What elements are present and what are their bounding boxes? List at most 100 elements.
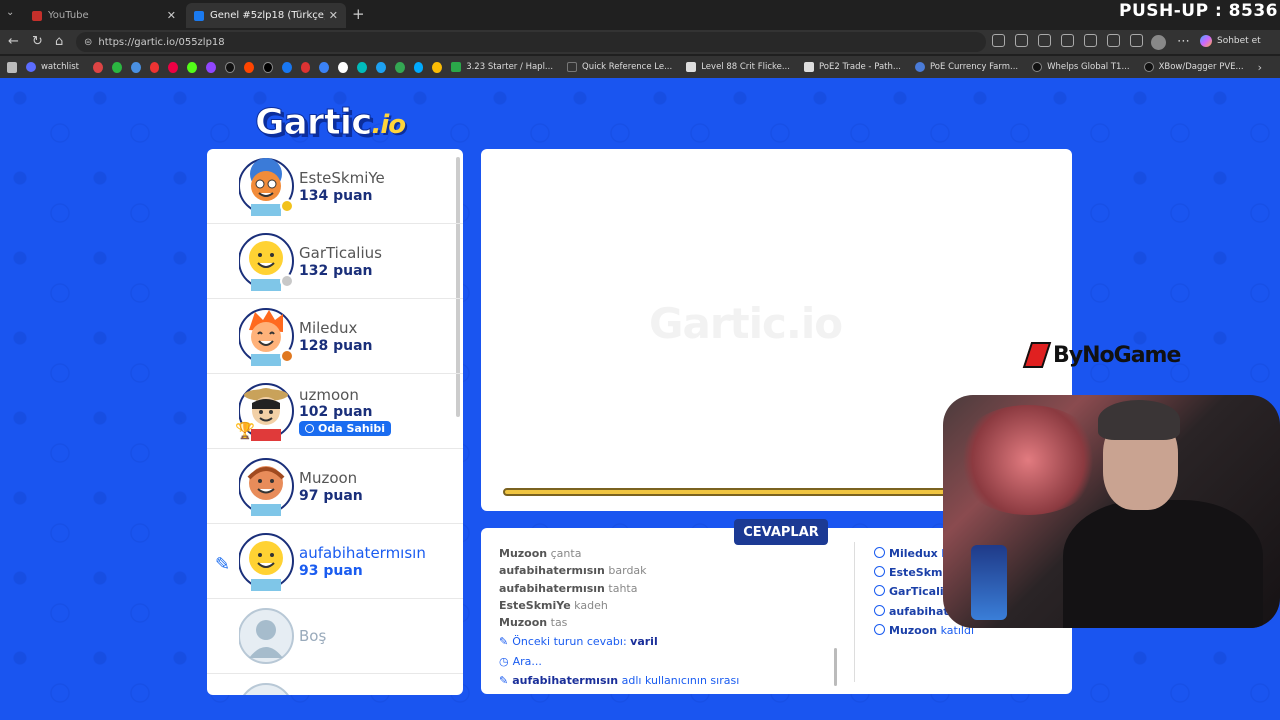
tab-search-chevron-icon[interactable]: ⌄	[6, 7, 14, 18]
facebook-icon[interactable]	[281, 61, 292, 73]
webcam-body	[1063, 500, 1263, 628]
info-icon	[874, 566, 885, 578]
info-icon	[874, 623, 885, 635]
player-points: 97 puan	[299, 488, 363, 504]
profile-avatar[interactable]	[1151, 35, 1166, 50]
pencil-icon: ✎	[499, 635, 509, 649]
tab-title: Genel #5zlp18 (Türkçe) - Gartic.io	[210, 10, 325, 21]
bookmark-label: watchlist	[40, 62, 80, 72]
pencil-icon: ✎	[499, 674, 509, 688]
clock-icon: ◷	[499, 654, 509, 668]
player-row[interactable]: GarTicalius 132 puan	[207, 224, 463, 299]
player-name: Miledux	[299, 319, 358, 337]
bookmark-icon[interactable]	[394, 61, 405, 73]
toolbar-icons	[992, 34, 1143, 47]
site-info-icon[interactable]: ⊜	[84, 37, 92, 48]
logo-main: Gartic	[254, 102, 372, 144]
bynogame-mark-icon	[1022, 342, 1052, 368]
bookmark-watchlist[interactable]: watchlist	[25, 62, 80, 72]
player-row-drawing[interactable]: ✎ aufabihatermısın 93 puan	[207, 524, 463, 599]
url-field[interactable]: ⊜ https://gartic.io/055zlp18	[76, 32, 986, 52]
close-tab-icon[interactable]: ✕	[329, 9, 338, 22]
copilot-chat-button[interactable]: Sohbet et	[1200, 35, 1261, 47]
reload-icon[interactable]: ↻	[32, 34, 43, 49]
bookmark-icon[interactable]	[357, 61, 367, 73]
youtube-icon[interactable]	[149, 61, 160, 73]
whatsapp-icon[interactable]	[111, 61, 122, 73]
bookmark-starter[interactable]: 3.23 Starter / Hapl...	[451, 62, 553, 72]
sidebar-toggle-icon[interactable]	[7, 61, 17, 73]
bluesky-icon[interactable]	[375, 61, 386, 73]
panel-divider	[854, 542, 855, 682]
player-row[interactable]: Miledux 128 puan	[207, 299, 463, 374]
player-avatar	[239, 533, 294, 591]
info-icon	[874, 547, 885, 558]
bookmarks-more-chevron-icon[interactable]: ›	[1258, 61, 1262, 74]
document-icon	[803, 62, 814, 72]
info-icon	[874, 585, 885, 597]
sponsor-logo: ByNoGame	[1022, 342, 1181, 368]
settings-icon[interactable]	[1107, 34, 1120, 47]
bookmark-quick-reference[interactable]: Quick Reference Le...	[567, 62, 672, 72]
answers-tab-button[interactable]: CEVAPLAR	[734, 519, 828, 545]
address-bar-row: ← ↻ ⌂ ⊜ https://gartic.io/055zlp18 ⋯ Soh…	[0, 30, 1280, 54]
chat-label: Sohbet et	[1217, 36, 1261, 46]
tab-youtube[interactable]: YouTube ✕	[24, 3, 184, 28]
player-row[interactable]: 🏆 uzmoon 102 puan Oda Sahibi	[207, 374, 463, 449]
back-arrow-icon[interactable]: ←	[8, 34, 19, 49]
star-icon[interactable]	[1038, 34, 1051, 47]
gmail-icon[interactable]	[93, 61, 103, 73]
webcam-bottle	[971, 545, 1007, 620]
player-row[interactable]: EsteSkmiYe 134 puan	[207, 149, 463, 224]
tiktok-icon[interactable]	[224, 61, 235, 73]
bookmark-icon[interactable]	[300, 61, 311, 73]
new-tab-plus-icon[interactable]: +	[352, 5, 365, 23]
bookmark-whelps[interactable]: Whelps Global T1...	[1032, 62, 1130, 72]
bookmark-label: Whelps Global T1...	[1047, 62, 1130, 72]
puzzle-icon[interactable]	[1084, 34, 1097, 47]
turn-suffix: adlı kullanıcının sırası	[621, 674, 740, 688]
player-avatar	[239, 458, 294, 516]
home-icon[interactable]: ⌂	[55, 34, 63, 49]
bookmark-icon[interactable]	[338, 61, 349, 73]
reddit-icon[interactable]	[243, 61, 254, 73]
empty-slot-avatar	[243, 683, 289, 695]
favorites-icon[interactable]	[1130, 34, 1143, 47]
more-menu-icon[interactable]: ⋯	[1177, 34, 1190, 49]
player-name: EsteSkmiYe	[299, 169, 385, 187]
bookmark-icon[interactable]	[319, 61, 330, 73]
bookmark-level-88[interactable]: Level 88 Crit Flicke...	[686, 62, 790, 72]
twitch-icon[interactable]	[205, 61, 216, 73]
join-line: Muzoon katıldı	[874, 623, 977, 643]
empty-slot-avatar	[239, 608, 294, 664]
reader-icon[interactable]	[1015, 34, 1028, 47]
player-name: uzmoon	[299, 386, 359, 404]
bookmark-poe-currency[interactable]: PoE Currency Farm...	[914, 62, 1018, 72]
silver-medal-icon	[280, 274, 294, 288]
bookmark-icon[interactable]	[130, 61, 141, 73]
player-row[interactable]: Muzoon 97 puan	[207, 449, 463, 524]
tab-gartic[interactable]: Genel #5zlp18 (Türkçe) - Gartic.io ✕	[186, 3, 346, 28]
owner-label: Oda Sahibi	[318, 422, 386, 435]
player-name: aufabihatermısın	[299, 544, 426, 562]
close-tab-icon[interactable]: ✕	[167, 9, 176, 22]
bookmark-icon[interactable]	[413, 61, 424, 73]
bookmark-icon[interactable]	[432, 61, 443, 73]
bookmark-label: Level 88 Crit Flicke...	[701, 62, 790, 72]
split-view-icon[interactable]	[992, 34, 1005, 47]
gartic-logo: Gartic .io	[254, 102, 406, 144]
x-icon[interactable]	[262, 61, 273, 73]
kick-icon[interactable]	[187, 61, 197, 73]
bookmark-poe2-trade[interactable]: PoE2 Trade - Path...	[803, 62, 901, 72]
extension-icon[interactable]	[1061, 34, 1074, 47]
answer-text: tahta	[608, 581, 638, 595]
bookmark-icon[interactable]	[168, 61, 179, 73]
url-text: https://gartic.io/055zlp18	[98, 36, 225, 48]
player-row-empty: Boş	[207, 599, 463, 674]
bookmark-xbow[interactable]: XBow/Dagger PVE...	[1143, 62, 1244, 72]
answer-user: aufabihatermısın	[499, 564, 605, 578]
answers-scrollbar[interactable]	[834, 648, 837, 686]
owner-icon	[305, 424, 314, 433]
searching-text: Ara...	[512, 654, 542, 668]
bookmarks-bar: watchlist 3.23 Starter / Hapl... Quick R…	[0, 56, 1280, 78]
